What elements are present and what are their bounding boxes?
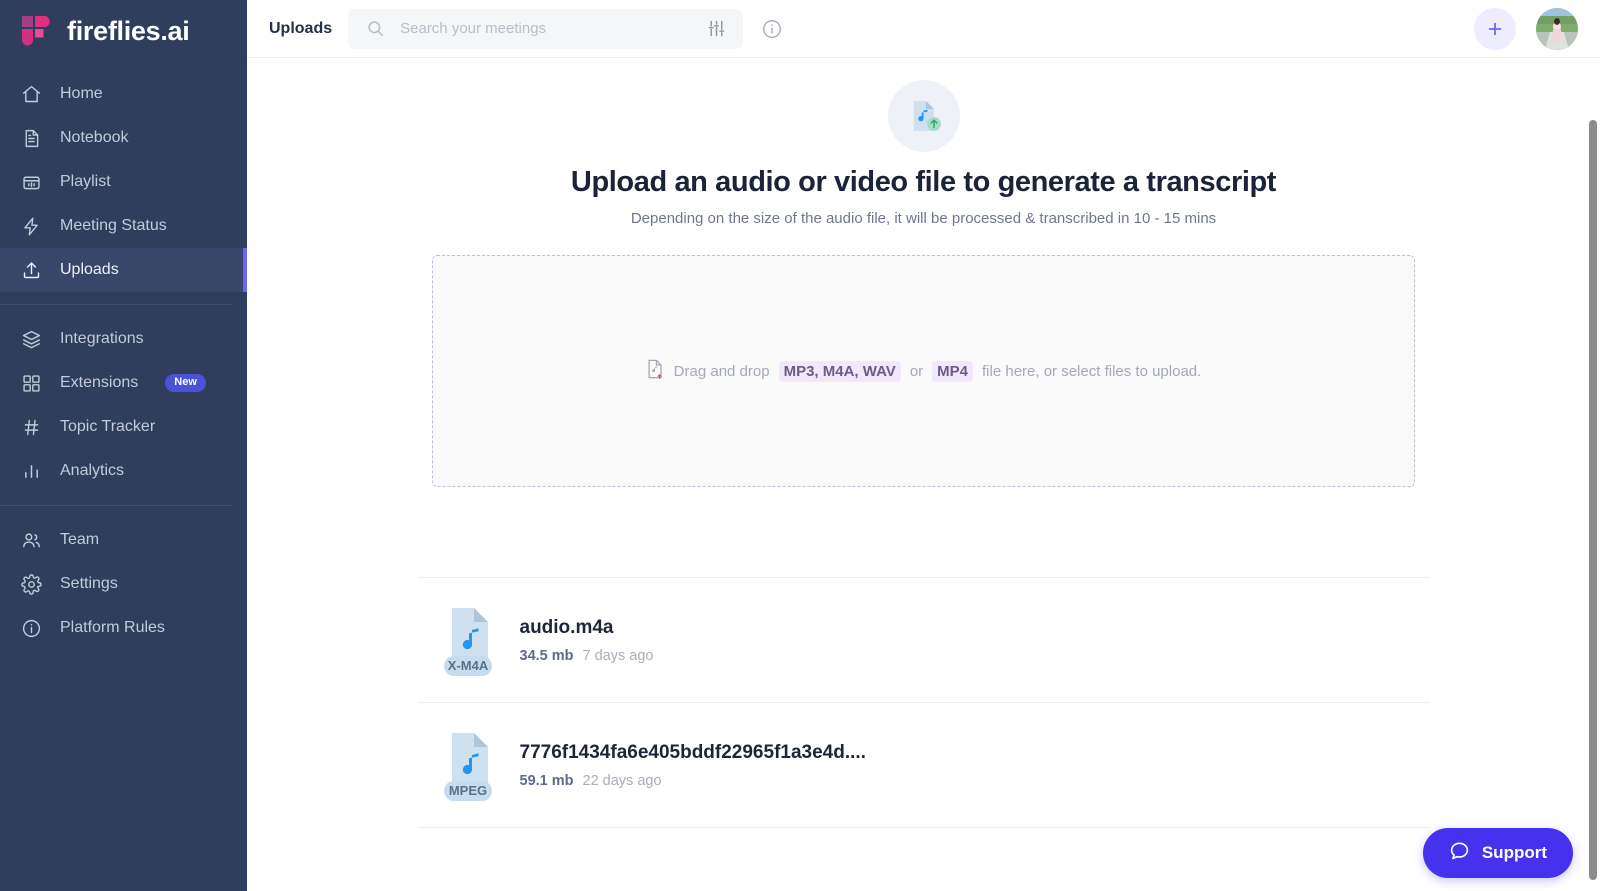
page-title: Uploads <box>269 19 333 37</box>
file-upload-icon <box>646 359 665 383</box>
sidebar-item-label: Meeting Status <box>60 217 167 234</box>
fireflies-logo-icon <box>20 14 54 48</box>
app-root: fireflies.ai Home Notebook Playlist Meet… <box>0 0 1600 891</box>
sidebar: fireflies.ai Home Notebook Playlist Meet… <box>0 0 247 891</box>
page-heading: Upload an audio or video file to generat… <box>570 166 1277 198</box>
topbar-right <box>1474 7 1578 50</box>
dropzone-text-before: Drag and drop <box>673 362 770 380</box>
upload-icon <box>20 259 42 281</box>
brand[interactable]: fireflies.ai <box>0 0 247 62</box>
file-sub: 59.1 mb 22 days ago <box>520 773 866 789</box>
extensions-new-badge: New <box>165 374 206 392</box>
uploaded-files-list: X-M4A audio.m4a 34.5 mb 7 days ago MPEG … <box>417 577 1430 828</box>
search-placeholder: Search your meetings <box>400 20 547 37</box>
sidebar-divider-1 <box>0 304 233 305</box>
content: Upload an audio or video file to generat… <box>247 58 1600 891</box>
sidebar-item-notebook[interactable]: Notebook <box>0 116 247 160</box>
sidebar-item-team[interactable]: Team <box>0 518 247 562</box>
sidebar-item-platform-rules[interactable]: Platform Rules <box>0 606 247 650</box>
grid-icon <box>20 372 42 394</box>
lightning-icon <box>20 215 42 237</box>
sliders-filter-icon[interactable] <box>703 16 729 42</box>
sidebar-item-label: Analytics <box>60 462 125 479</box>
sidebar-item-uploads[interactable]: Uploads <box>0 248 247 292</box>
hash-icon <box>20 416 42 438</box>
sidebar-item-settings[interactable]: Settings <box>0 562 247 606</box>
sidebar-item-label: Extensions <box>60 374 139 391</box>
plus-icon <box>1488 22 1502 35</box>
file-name: 7776f1434fa6e405bddf22965f1a3e4d.... <box>519 741 866 763</box>
users-icon <box>20 529 42 551</box>
table-row[interactable]: X-M4A audio.m4a 34.5 mb 7 days ago <box>417 578 1430 703</box>
file-meta: 7776f1434fa6e405bddf22965f1a3e4d.... 59.… <box>520 742 866 789</box>
support-label: Support <box>1481 843 1547 862</box>
sidebar-item-label: Playlist <box>60 173 111 190</box>
table-row[interactable]: MPEG 7776f1434fa6e405bddf22965f1a3e4d...… <box>417 703 1430 828</box>
sidebar-item-label: Platform Rules <box>60 619 165 636</box>
dropzone-separator: or <box>909 362 924 380</box>
scrollbar-thumb[interactable] <box>1589 120 1597 880</box>
dropzone-formats-primary: MP3, M4A, WAV <box>778 360 901 382</box>
sidebar-item-integrations[interactable]: Integrations <box>0 317 247 361</box>
audio-file-icon: X-M4A <box>436 604 498 676</box>
bar-chart-icon <box>20 460 42 482</box>
file-dropzone[interactable]: Drag and drop MP3, M4A, WAV or MP4 file … <box>432 255 1415 487</box>
page-subheading: Depending on the size of the audio file,… <box>630 210 1217 227</box>
dropzone-text-after: file here, or select files to upload. <box>982 362 1202 380</box>
file-type-badge: MPEG <box>448 783 486 798</box>
sidebar-divider-2 <box>0 505 233 506</box>
file-name: audio.m4a <box>519 616 614 638</box>
sidebar-item-analytics[interactable]: Analytics <box>0 449 247 493</box>
file-type-badge: X-M4A <box>447 658 488 673</box>
sidebar-item-label: Notebook <box>60 129 129 146</box>
dropzone-formats-secondary: MP4 <box>932 360 974 382</box>
file-timestamp: 7 days ago <box>582 647 654 664</box>
file-size: 34.5 mb <box>519 647 574 664</box>
brand-name: fireflies.ai <box>67 15 190 46</box>
info-circle-icon <box>20 617 42 639</box>
sidebar-item-label: Team <box>60 531 100 548</box>
sidebar-item-label: Settings <box>60 575 118 592</box>
add-button[interactable] <box>1474 7 1516 50</box>
info-circle-icon[interactable] <box>759 16 785 42</box>
avatar[interactable] <box>1536 7 1578 50</box>
file-size: 59.1 mb <box>519 772 574 789</box>
sidebar-item-meeting-status[interactable]: Meeting Status <box>0 204 247 248</box>
home-icon <box>20 83 42 105</box>
audio-file-upload-icon <box>887 80 960 152</box>
sidebar-item-label: Integrations <box>60 330 144 347</box>
chat-bubble-icon <box>1449 840 1470 866</box>
file-timestamp: 22 days ago <box>582 772 662 789</box>
sidebar-item-extensions[interactable]: Extensions New <box>0 361 247 405</box>
audio-file-icon: MPEG <box>436 729 498 801</box>
sidebar-item-home[interactable]: Home <box>0 72 247 116</box>
sidebar-nav: Home Notebook Playlist Meeting Status Up… <box>0 62 247 650</box>
file-meta: audio.m4a 34.5 mb 7 days ago <box>520 617 654 664</box>
file-sub: 34.5 mb 7 days ago <box>520 648 654 664</box>
search-icon <box>362 16 388 42</box>
topbar: Uploads Search your meetings <box>247 0 1600 58</box>
sidebar-item-playlist[interactable]: Playlist <box>0 160 247 204</box>
sidebar-item-label: Topic Tracker <box>60 418 156 435</box>
dropzone-label: Drag and drop MP3, M4A, WAV or MP4 file … <box>646 359 1202 383</box>
search-input[interactable]: Search your meetings <box>348 8 744 49</box>
sidebar-item-label: Uploads <box>60 261 119 278</box>
gear-icon <box>20 573 42 595</box>
layers-icon <box>20 328 42 350</box>
sidebar-item-label: Home <box>60 85 103 102</box>
support-button[interactable]: Support <box>1422 828 1573 878</box>
scrollbar[interactable] <box>1586 116 1600 891</box>
sidebar-item-topic-tracker[interactable]: Topic Tracker <box>0 405 247 449</box>
upload-hero: Upload an audio or video file to generat… <box>247 80 1600 487</box>
notebook-icon <box>20 127 42 149</box>
main-area: Uploads Search your meetings Upload an a… <box>247 0 1600 891</box>
playlist-icon <box>20 171 42 193</box>
